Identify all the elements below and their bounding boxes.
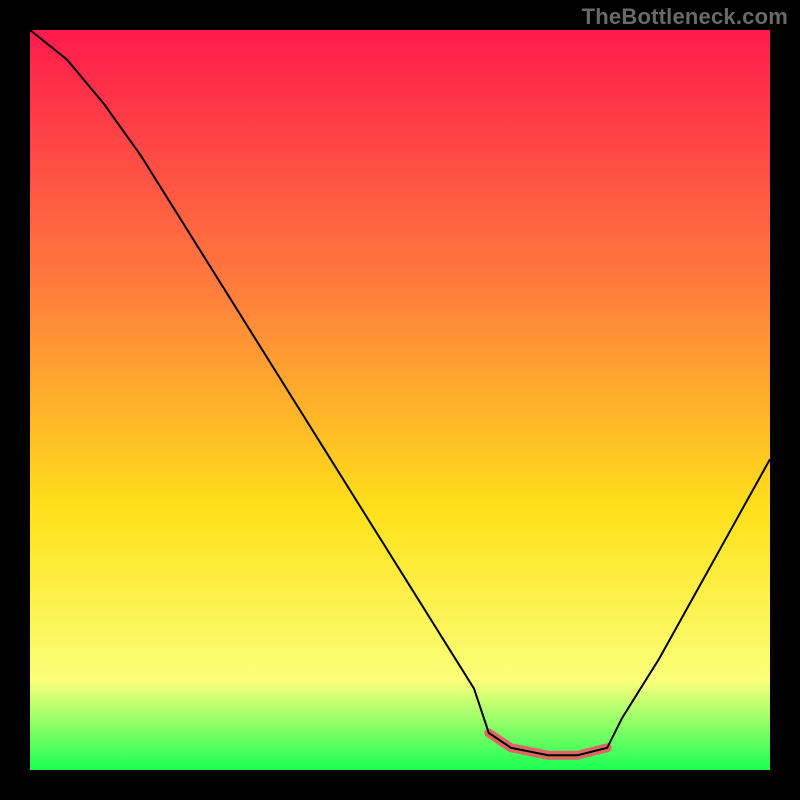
- bottleneck-chart: [30, 30, 770, 770]
- watermark-label: TheBottleneck.com: [582, 4, 788, 30]
- chart-frame: TheBottleneck.com: [0, 0, 800, 800]
